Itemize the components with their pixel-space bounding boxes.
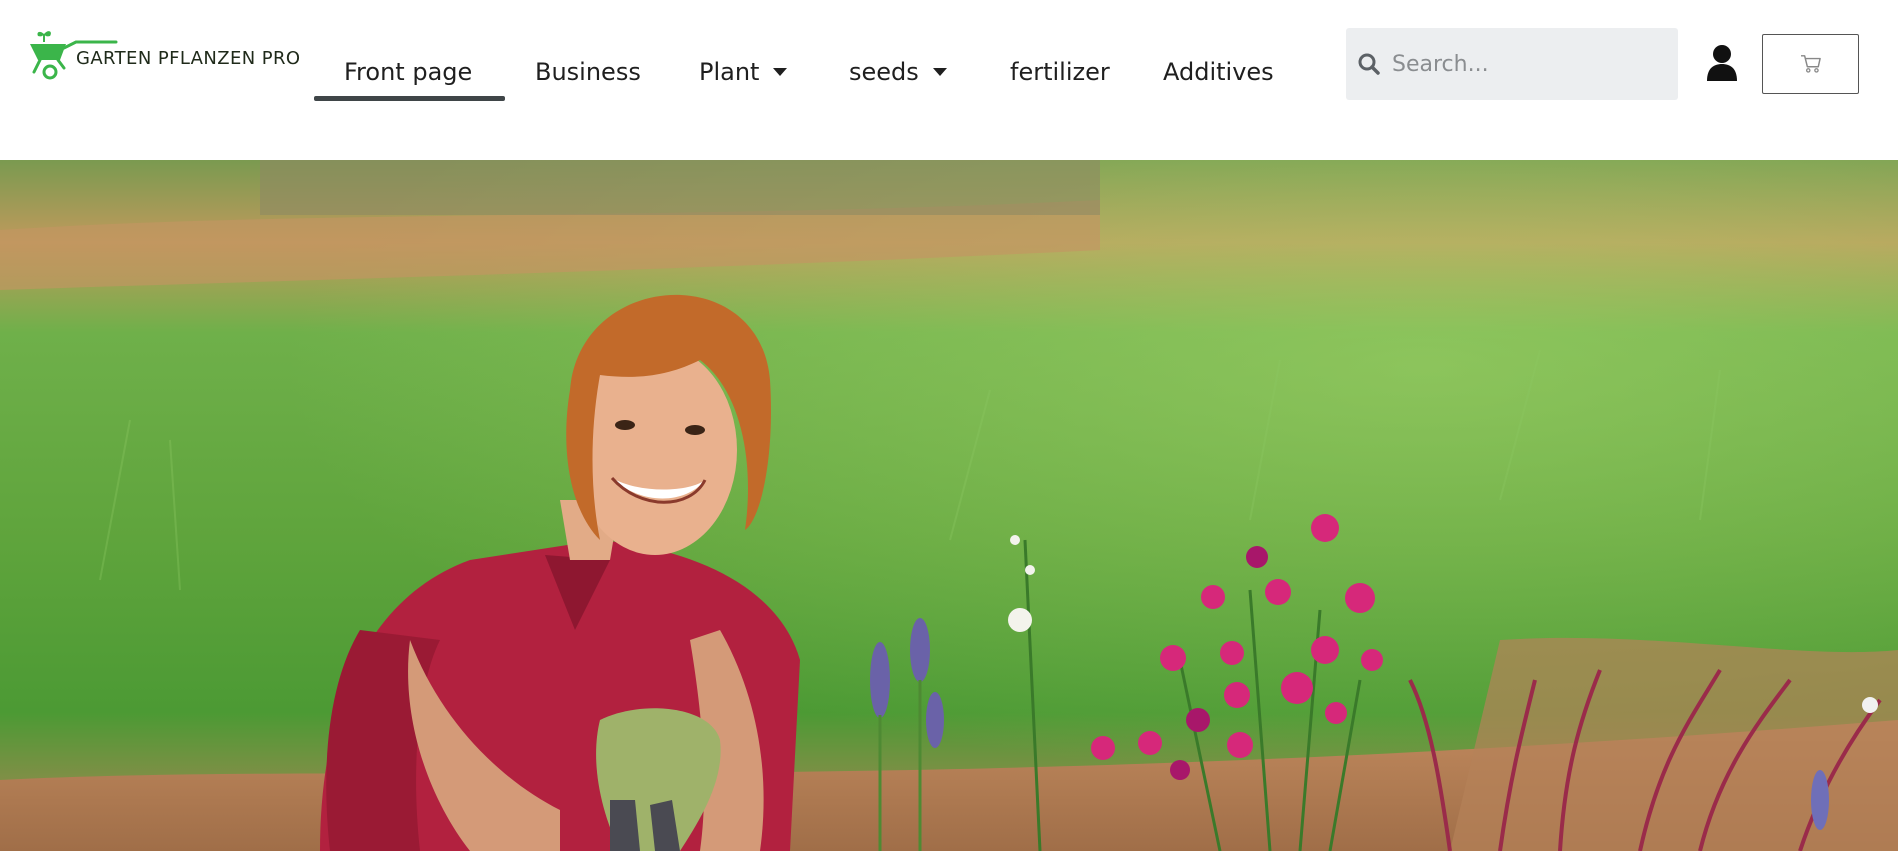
hero-image [0,160,1898,851]
nav-item-label: Front page [344,58,473,86]
nav-item-front-page[interactable]: Front page [344,44,472,100]
nav-item-business[interactable]: Business [535,44,641,100]
site-logo[interactable]: GARTEN PFLANZEN PRO [28,28,300,82]
nav-item-label: Plant [699,58,760,86]
chevron-down-icon [773,68,788,76]
search-box [1346,28,1678,100]
search-icon[interactable] [1356,51,1382,77]
nav-item-label: seeds [849,58,919,86]
nav-item-label: Business [535,58,641,86]
active-nav-indicator [314,96,505,101]
nav-item-label: Additives [1163,58,1274,86]
cart-button[interactable] [1762,34,1859,94]
cart-icon [1800,55,1821,73]
site-header: GARTEN PFLANZEN PRO Front page Business … [0,0,1898,160]
chevron-down-icon [932,68,947,76]
nav-item-label: fertilizer [1010,58,1110,86]
user-icon [1707,45,1737,81]
search-input[interactable] [1392,28,1662,100]
nav-item-additives[interactable]: Additives [1163,44,1274,100]
nav-item-plant[interactable]: Plant [699,44,788,100]
nav-item-seeds[interactable]: seeds [849,44,947,100]
nav-item-fertilizer[interactable]: fertilizer [1010,44,1110,100]
brand-name: GARTEN PFLANZEN PRO [76,48,301,69]
hero-banner [0,160,1898,851]
account-button[interactable] [1704,44,1740,82]
